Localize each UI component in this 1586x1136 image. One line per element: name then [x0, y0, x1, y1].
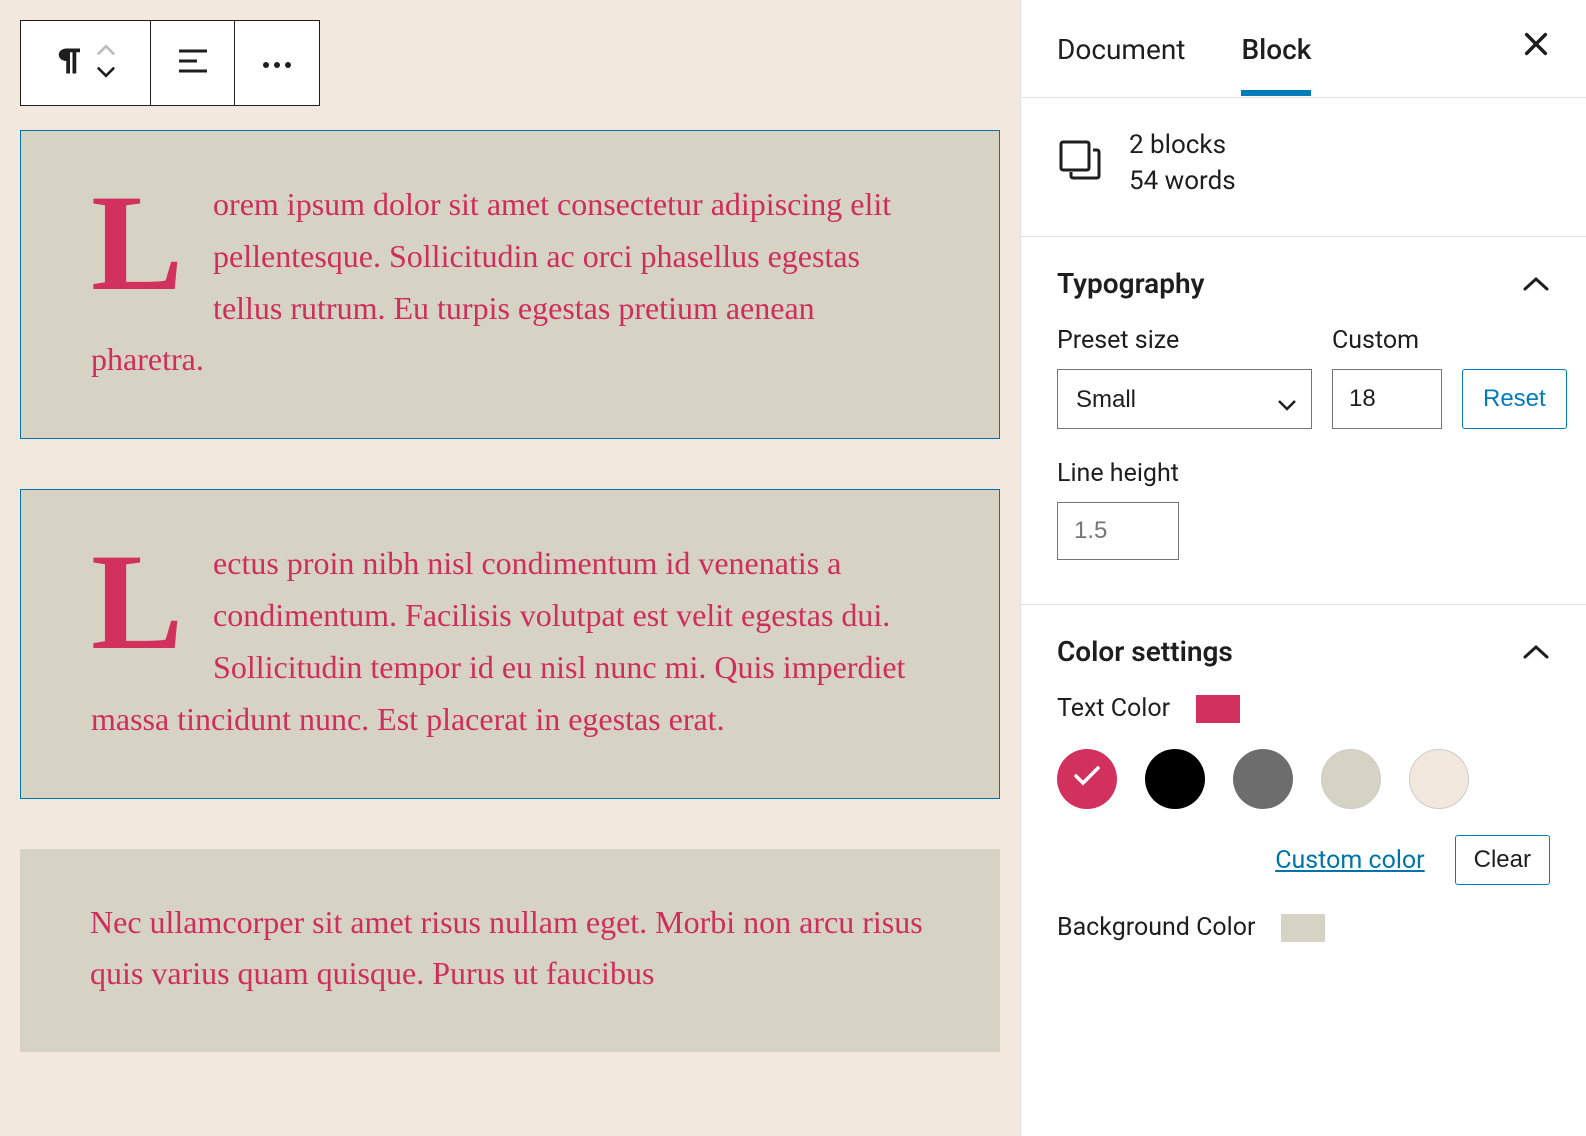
panel-title: Typography	[1057, 267, 1205, 300]
line-height-input[interactable]	[1057, 502, 1179, 560]
more-options-button[interactable]	[235, 21, 319, 105]
chevron-up-icon	[1522, 637, 1550, 667]
preset-size-select[interactable]: Small	[1057, 369, 1312, 429]
chevron-up-icon	[1522, 269, 1550, 299]
reset-size-button[interactable]: Reset	[1462, 369, 1567, 429]
check-icon	[1073, 764, 1101, 794]
custom-size-label: Custom	[1332, 326, 1442, 355]
color-settings-toggle[interactable]: Color settings	[1057, 635, 1550, 668]
editor-canvas: Lorem ipsum dolor sit amet consectetur a…	[0, 0, 1020, 1136]
tab-document[interactable]: Document	[1057, 1, 1185, 96]
color-swatch[interactable]	[1145, 749, 1205, 809]
block-summary: 2 blocks 54 words	[1021, 98, 1586, 237]
close-icon	[1522, 35, 1550, 65]
chevron-updown-icon	[95, 42, 117, 84]
tab-block[interactable]: Block	[1241, 1, 1311, 96]
sidebar-tabs: Document Block	[1021, 0, 1586, 98]
custom-color-link[interactable]: Custom color	[1275, 846, 1424, 875]
clear-color-button[interactable]: Clear	[1455, 835, 1550, 885]
stack-icon	[1057, 138, 1101, 189]
text-color-indicator	[1196, 695, 1240, 723]
custom-size-input[interactable]	[1332, 369, 1442, 429]
close-sidebar-button[interactable]	[1522, 30, 1550, 65]
align-button[interactable]	[151, 21, 235, 105]
text-color-label: Text Color	[1057, 694, 1170, 723]
paragraph-block[interactable]: Lorem ipsum dolor sit amet consectetur a…	[20, 130, 1000, 439]
background-color-label: Background Color	[1057, 913, 1255, 942]
text-color-swatches	[1057, 749, 1550, 809]
typography-toggle[interactable]: Typography	[1057, 267, 1550, 300]
more-icon	[262, 54, 292, 73]
color-swatch[interactable]	[1057, 749, 1117, 809]
paragraph-text: Lectus proin nibh nisl condimentum id ve…	[91, 538, 929, 745]
paragraph-icon	[55, 46, 85, 80]
block-toolbar	[20, 20, 320, 106]
paragraph-text: Nec ullamcorper sit amet risus nullam eg…	[90, 897, 930, 1001]
color-swatch[interactable]	[1233, 749, 1293, 809]
settings-sidebar: Document Block 2 blocks 54 words Typogra…	[1020, 0, 1586, 1136]
panel-title: Color settings	[1057, 635, 1233, 668]
line-height-label: Line height	[1057, 459, 1550, 488]
color-swatch[interactable]	[1321, 749, 1381, 809]
background-color-indicator	[1281, 914, 1325, 942]
preset-size-label: Preset size	[1057, 326, 1312, 355]
align-left-icon	[177, 47, 209, 79]
word-count: 54 words	[1129, 166, 1236, 196]
paragraph-block[interactable]: Lectus proin nibh nisl condimentum id ve…	[20, 489, 1000, 798]
typography-panel: Typography Preset size Small Custom	[1021, 237, 1586, 605]
paragraph-block[interactable]: Nec ullamcorper sit amet risus nullam eg…	[20, 849, 1000, 1053]
color-settings-panel: Color settings Text Color Custom color C…	[1021, 605, 1586, 1012]
paragraph-text: Lorem ipsum dolor sit amet consectetur a…	[91, 179, 929, 386]
block-type-button[interactable]	[21, 21, 151, 105]
color-swatch[interactable]	[1409, 749, 1469, 809]
block-count: 2 blocks	[1129, 130, 1236, 160]
